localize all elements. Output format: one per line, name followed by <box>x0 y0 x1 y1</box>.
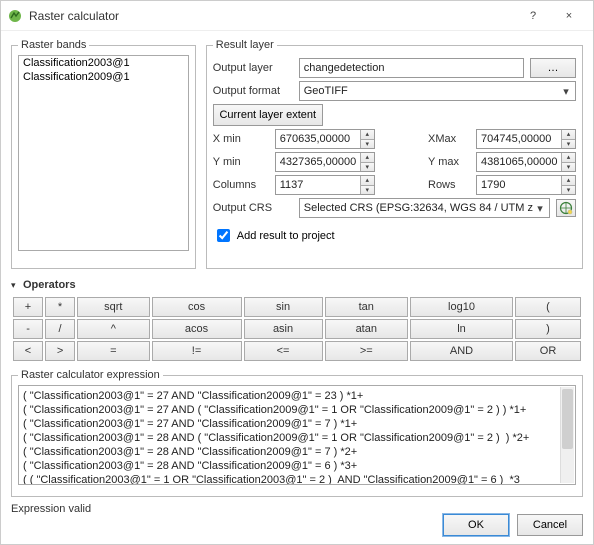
list-item[interactable]: Classification2003@1 <box>19 56 188 70</box>
expression-line: ( ( "Classification2003@1" = 1 OR "Class… <box>23 473 571 485</box>
output-format-combo[interactable]: GeoTIFF ▾ <box>299 81 576 101</box>
columns-spinner[interactable]: ▴▾ <box>360 176 374 194</box>
operator-button[interactable]: OR <box>515 341 581 361</box>
output-format-label: Output format <box>213 85 293 97</box>
chevron-down-icon: ▾ <box>559 85 573 98</box>
expression-scrollbar[interactable] <box>560 387 574 483</box>
select-crs-button[interactable] <box>556 199 576 217</box>
cancel-button[interactable]: Cancel <box>517 514 583 536</box>
expression-legend: Raster calculator expression <box>18 369 163 381</box>
xmax-label: XMax <box>428 133 470 145</box>
cancel-label: Cancel <box>533 519 567 531</box>
ymax-label: Y max <box>428 156 470 168</box>
columns-label: Columns <box>213 179 269 191</box>
operator-button[interactable]: acos <box>152 319 242 339</box>
output-crs-label: Output CRS <box>213 202 293 214</box>
output-layer-input[interactable] <box>299 58 524 78</box>
operator-button[interactable]: >= <box>325 341 408 361</box>
current-layer-extent-label: Current layer extent <box>219 109 316 121</box>
operator-button[interactable]: ln <box>410 319 513 339</box>
raster-bands-group: Raster bands Classification2003@1 Classi… <box>11 39 196 269</box>
ymax-spinner[interactable]: ▴▾ <box>561 153 575 171</box>
close-button[interactable]: × <box>551 2 587 30</box>
operator-button[interactable]: log10 <box>410 297 513 317</box>
operator-button[interactable]: + <box>13 297 43 317</box>
operator-button[interactable]: > <box>45 341 75 361</box>
operator-button[interactable]: < <box>13 341 43 361</box>
operator-button[interactable]: sqrt <box>77 297 149 317</box>
help-icon: ? <box>530 10 536 22</box>
operator-button[interactable]: <= <box>244 341 323 361</box>
expression-line: ( "Classification2003@1" = 28 AND "Class… <box>23 459 571 473</box>
output-crs-combo[interactable]: Selected CRS (EPSG:32634, WGS 84 / UTM z… <box>299 198 550 218</box>
operator-button[interactable]: = <box>77 341 149 361</box>
operator-button[interactable]: - <box>13 319 43 339</box>
output-crs-value: Selected CRS (EPSG:32634, WGS 84 / UTM z <box>304 202 533 214</box>
operator-button[interactable]: ) <box>515 319 581 339</box>
xmin-label: X min <box>213 133 269 145</box>
dialog-body: Raster bands Classification2003@1 Classi… <box>1 31 593 523</box>
chevron-down-icon: ▾ <box>533 202 547 215</box>
operator-button[interactable]: asin <box>244 319 323 339</box>
ymin-label: Y min <box>213 156 269 168</box>
add-result-label: Add result to project <box>237 230 335 242</box>
current-layer-extent-button[interactable]: Current layer extent <box>213 104 323 126</box>
expression-line: ( "Classification2003@1" = 28 AND "Class… <box>23 445 571 459</box>
operators-grid: +*sqrtcossintanlog10( -/^acosasinatanln) <… <box>11 295 583 363</box>
top-row: Raster bands Classification2003@1 Classi… <box>11 39 583 269</box>
xmax-spinner[interactable]: ▴▾ <box>561 130 575 148</box>
window-title: Raster calculator <box>29 9 515 23</box>
raster-bands-legend: Raster bands <box>18 39 89 51</box>
operator-button[interactable]: tan <box>325 297 408 317</box>
add-result-checkbox[interactable] <box>217 229 230 242</box>
dialog-footer: OK Cancel <box>443 514 583 536</box>
operator-button[interactable]: AND <box>410 341 513 361</box>
operators-section: ▾ Operators +*sqrtcossintanlog10( -/^acos… <box>11 279 583 363</box>
operator-button[interactable]: != <box>152 341 242 361</box>
operator-button[interactable]: ^ <box>77 319 149 339</box>
expression-line: ( "Classification2003@1" = 28 AND ( "Cla… <box>23 431 571 445</box>
window-root: Raster calculator ? × Raster bands Class… <box>0 0 594 545</box>
operator-button[interactable]: cos <box>152 297 242 317</box>
ok-button[interactable]: OK <box>443 514 509 536</box>
expression-line: ( "Classification2003@1" = 27 AND ( "Cla… <box>23 403 571 417</box>
app-icon <box>7 8 23 24</box>
ok-label: OK <box>468 519 484 531</box>
operator-button[interactable]: / <box>45 319 75 339</box>
rows-label: Rows <box>428 179 470 191</box>
output-format-value: GeoTIFF <box>304 85 348 97</box>
expression-textarea[interactable]: ( "Classification2003@1" = 27 AND "Class… <box>18 385 576 485</box>
output-layer-label: Output layer <box>213 62 293 74</box>
xmin-spinner[interactable]: ▴▾ <box>360 130 374 148</box>
operator-button[interactable]: ( <box>515 297 581 317</box>
scrollbar-thumb[interactable] <box>562 389 573 449</box>
titlebar: Raster calculator ? × <box>1 1 593 31</box>
ymin-spinner[interactable]: ▴▾ <box>360 153 374 171</box>
help-button[interactable]: ? <box>515 2 551 30</box>
result-layer-group: Result layer Output layer … Output forma… <box>206 39 583 269</box>
rows-spinner[interactable]: ▴▾ <box>561 176 575 194</box>
list-item[interactable]: Classification2009@1 <box>19 70 188 84</box>
operators-toggle[interactable]: ▾ Operators <box>11 279 583 291</box>
operator-button[interactable]: atan <box>325 319 408 339</box>
raster-bands-list[interactable]: Classification2003@1 Classification2009@… <box>18 55 189 251</box>
expression-group: Raster calculator expression ( "Classifi… <box>11 369 583 497</box>
browse-output-button[interactable]: … <box>530 58 576 78</box>
expression-line: ( "Classification2003@1" = 27 AND "Class… <box>23 417 571 431</box>
operator-button[interactable]: sin <box>244 297 323 317</box>
result-layer-legend: Result layer <box>213 39 277 51</box>
expression-line: ( "Classification2003@1" = 27 AND "Class… <box>23 389 571 403</box>
triangle-down-icon: ▾ <box>11 280 23 291</box>
operator-button[interactable]: * <box>45 297 75 317</box>
operators-legend: Operators <box>23 279 76 291</box>
close-icon: × <box>566 10 572 22</box>
ellipsis-icon: … <box>548 62 559 74</box>
